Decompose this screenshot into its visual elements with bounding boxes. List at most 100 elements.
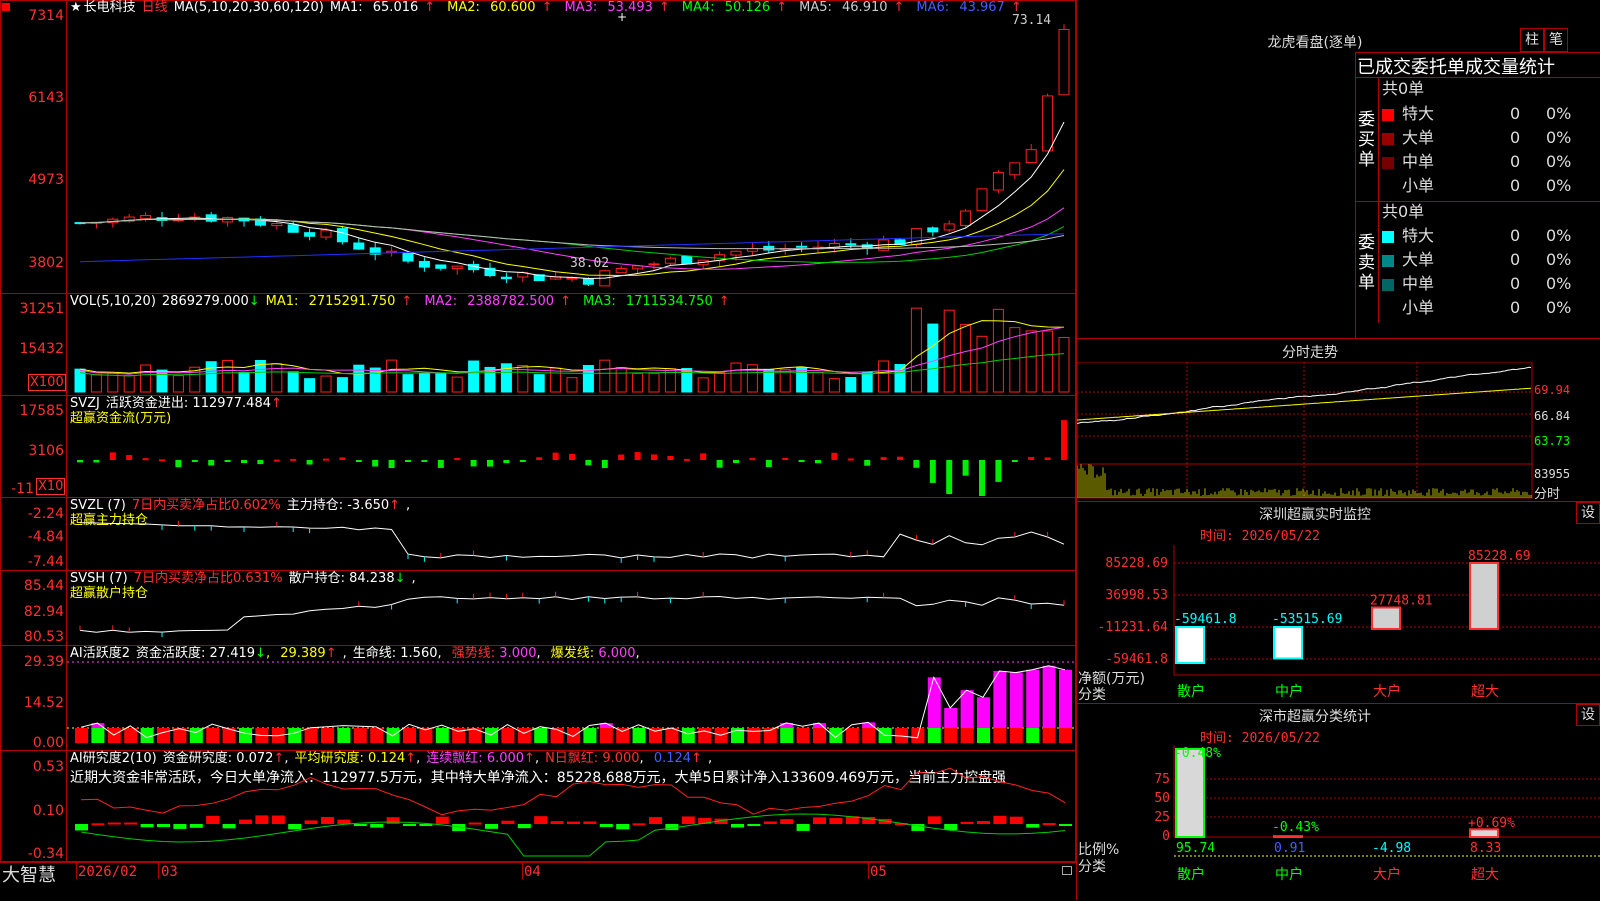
ai-research-bar — [206, 815, 220, 824]
svzj-bar — [208, 460, 215, 466]
ai-research-bar — [829, 818, 843, 824]
candle-body — [943, 223, 955, 231]
sell-row-l: 大单 0 0% — [1382, 248, 1592, 272]
ai-activity-base-bar — [993, 728, 1007, 743]
ai-research-bar — [501, 820, 515, 824]
ai-research-bar — [222, 824, 236, 829]
svzj-bar — [355, 460, 362, 462]
ai-activity-base-bar — [698, 728, 712, 743]
intraday-chart[interactable] — [1077, 362, 1600, 500]
ai-activity-chart[interactable] — [67, 648, 1075, 749]
candle-body — [648, 263, 660, 266]
monitor-xlabel: 分类 — [1078, 687, 1106, 703]
svzj-bar — [815, 460, 821, 464]
tick-mode-button[interactable]: 笔 — [1544, 28, 1568, 52]
svzj-bar — [716, 460, 723, 468]
ai-research-bar — [780, 819, 794, 824]
svzl-ytick-1: -2.24 — [27, 506, 64, 522]
svsh-chart[interactable] — [67, 573, 1075, 645]
classify-cat-2: 中户 — [1275, 867, 1303, 883]
candle-body — [960, 210, 972, 226]
monitor-chart[interactable]: -59461.8 -53515.69 27748.81 85228.69 — [1170, 545, 1600, 697]
volume-bar — [615, 367, 627, 393]
ai-activity-base-bar — [107, 728, 121, 743]
bar-mode-button[interactable]: 柱 — [1520, 28, 1544, 52]
ai-research-bar — [534, 816, 548, 824]
volume-bar — [550, 367, 562, 393]
ai-research-bar — [485, 824, 498, 829]
ai-research-bar — [763, 821, 777, 824]
volume-bar — [1025, 330, 1037, 393]
svzj-bar — [175, 460, 182, 468]
classify-bar — [1175, 747, 1205, 839]
svzj-bar — [421, 460, 428, 462]
ai-activity-base-bar — [75, 728, 88, 743]
svzj-bar — [224, 460, 231, 462]
volume-bar — [648, 372, 660, 393]
ai-activity-bar — [1059, 669, 1072, 728]
svzj-chart[interactable] — [67, 398, 1075, 496]
intraday-title: 分时走势 — [1282, 345, 1338, 361]
svzj-bar — [536, 457, 543, 460]
vol-ytick-2: 15432 — [19, 341, 64, 357]
ai-research-bar — [813, 817, 826, 824]
svzj-bar — [929, 460, 936, 483]
buy-total: 共0单 — [1382, 79, 1425, 98]
xaxis-label-3: 04 — [524, 864, 541, 880]
svzj-bar — [470, 460, 477, 467]
svzj-bar — [733, 460, 739, 464]
candle-body — [566, 277, 578, 280]
monitor-ytick-1: 85228.69 — [1105, 556, 1168, 571]
ai-activity-base-bar — [304, 728, 318, 743]
svzj-bar — [191, 460, 198, 462]
ai-research-bar — [255, 815, 269, 824]
volume-chart[interactable] — [67, 296, 1075, 394]
svzj-bar — [1028, 457, 1035, 460]
monitor-ytick-4: -59461.8 — [1105, 652, 1168, 667]
svzj-bar — [864, 460, 871, 466]
volume-bar — [730, 362, 742, 393]
sell-total: 共0单 — [1382, 202, 1425, 221]
svzj-bar — [388, 460, 395, 468]
ai-research-chart[interactable] — [67, 752, 1075, 860]
volume-bar — [582, 365, 594, 393]
xtick-3 — [522, 863, 523, 879]
low-price-label: 38.02 — [570, 256, 610, 271]
vol-ytick-1: 31251 — [19, 301, 64, 317]
buy-row-xl: 特大 0 0% — [1382, 102, 1592, 126]
ai-research-bar — [157, 824, 170, 828]
intraday-unit: 分时 — [1534, 487, 1561, 502]
volume-bar — [336, 377, 348, 393]
ai-research-bar — [370, 824, 384, 828]
intraday-ytick-4: 83955 — [1534, 467, 1571, 481]
monitor-settings-button[interactable]: 设 — [1576, 502, 1600, 524]
svzl-chart[interactable] — [67, 500, 1075, 570]
volume-bar — [992, 308, 1004, 393]
xaxis-label-1: 2026/02 — [78, 864, 138, 880]
ai-activity-base-bar — [435, 728, 449, 743]
volume-bar — [451, 376, 463, 393]
volume-bar — [271, 363, 283, 393]
svzj-bar — [897, 456, 903, 460]
ai-activity-bar — [993, 670, 1007, 728]
classify-settings-button[interactable]: 设 — [1576, 704, 1600, 726]
candle-body — [845, 243, 857, 246]
main-ytick-2: 6143 — [28, 90, 64, 106]
monitor-bar — [1175, 626, 1205, 665]
lock-icon[interactable] — [1062, 866, 1072, 875]
candle-body — [451, 265, 463, 270]
monitor-bar — [1469, 562, 1499, 630]
svzj-bar — [1061, 420, 1067, 460]
xaxis-label-2: 03 — [161, 864, 178, 880]
candle-body — [500, 276, 512, 280]
ai-act-ytick-3: 0.00 — [32, 735, 64, 751]
dragon-tabs-header[interactable]: 已成交委托单成交量统计 — [1357, 53, 1555, 79]
ai-activity-base-bar — [796, 728, 810, 743]
candlestick-chart[interactable] — [67, 0, 1075, 292]
classify-val-3: -4.98 — [1372, 841, 1412, 856]
candle-body — [336, 228, 348, 243]
dragon-title: 龙虎看盘(逐单) — [1267, 35, 1363, 51]
volume-bar — [90, 374, 102, 393]
ai-activity-bar — [1026, 669, 1040, 728]
sell-row-m: 中单 0 0% — [1382, 272, 1592, 296]
